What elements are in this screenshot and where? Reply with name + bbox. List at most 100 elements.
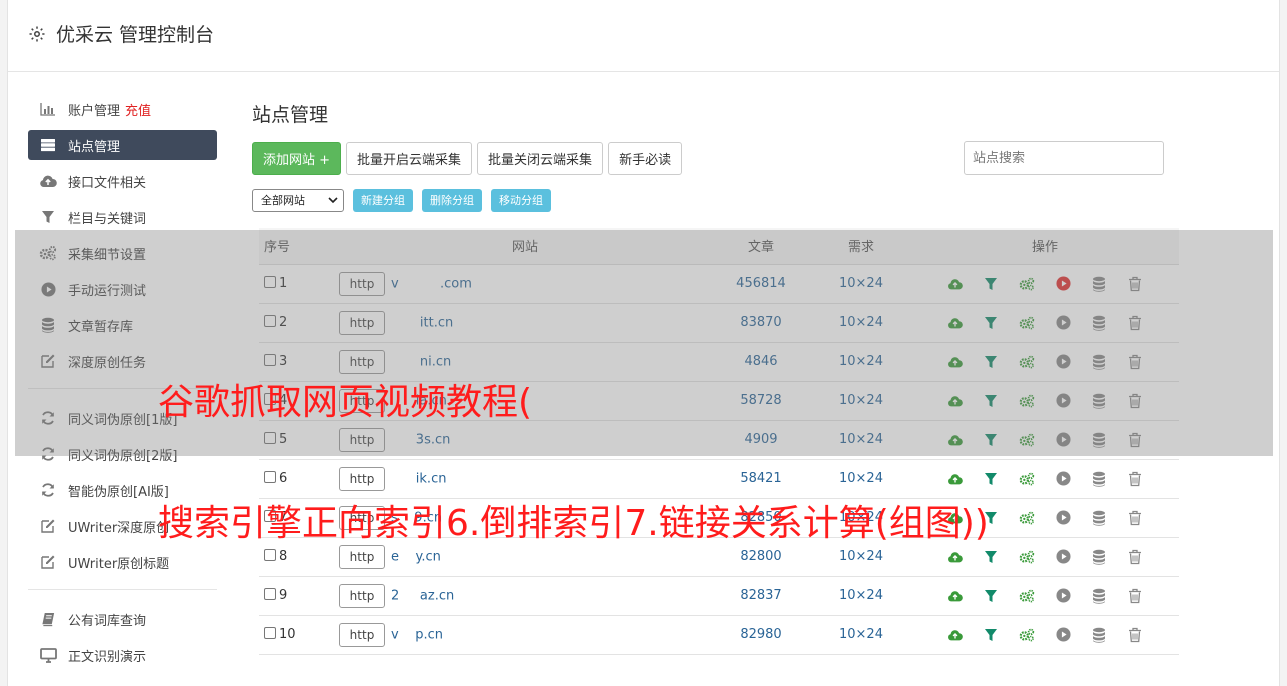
site-domain-link[interactable]: 2 az.cn	[391, 588, 454, 603]
row-checkbox[interactable]	[264, 588, 276, 600]
row-checkbox[interactable]	[264, 471, 276, 483]
cell-demand[interactable]: 10×24	[811, 576, 911, 616]
sidebar-item-group1-1[interactable]: 账户管理 充值	[28, 94, 217, 124]
cell-articles[interactable]: 82837	[711, 576, 811, 616]
batch-open-cloud-button[interactable]: 批量开启云端采集	[346, 141, 473, 175]
database-icon[interactable]	[1091, 549, 1107, 565]
filter-icon[interactable]	[983, 471, 999, 487]
brand[interactable]: 优采云 管理控制台	[28, 20, 214, 47]
cell-site: http ik.cn	[331, 459, 711, 499]
database-icon[interactable]	[1091, 510, 1107, 526]
cloud-upload-icon	[39, 173, 57, 189]
cell-site: http 2 az.cn	[331, 576, 711, 616]
trash-icon[interactable]	[1127, 588, 1143, 604]
protocol-badge[interactable]: http	[339, 622, 385, 647]
sidebar-item-label: 正文识别演示	[68, 649, 147, 665]
chevron-down-icon	[328, 197, 338, 204]
delete-group-button[interactable]: 删除分组	[422, 188, 482, 212]
sidebar-item-label: UWriter原创标题	[68, 556, 170, 572]
cloud-upload-icon[interactable]	[947, 588, 963, 604]
table-row: 10 http v p.cn 82980 10×24	[259, 615, 1179, 655]
gears-icon[interactable]	[1019, 549, 1035, 565]
watermark-line-2: 搜索引擎正向索引6.倒排索引7.链接关系计算(组图))	[158, 503, 989, 544]
sidebar-item-label: 账户管理	[68, 103, 121, 119]
cloud-upload-icon[interactable]	[947, 549, 963, 565]
filter-icon[interactable]	[983, 588, 999, 604]
move-group-button[interactable]: 移动分组	[491, 188, 551, 212]
sidebar-item-group1-4[interactable]: 栏目与关键词	[28, 202, 217, 232]
add-site-button[interactable]: 添加网站 +	[252, 141, 342, 175]
group-select-value: 全部网站	[261, 194, 305, 207]
sidebar-item-label: 接口文件相关	[68, 175, 147, 191]
play-icon[interactable]	[1055, 510, 1071, 526]
filter-icon[interactable]	[983, 627, 999, 643]
play-icon[interactable]	[1055, 471, 1071, 487]
cell-articles[interactable]: 58421	[711, 459, 811, 499]
sidebar-item-group1-3[interactable]: 接口文件相关	[28, 166, 217, 196]
sidebar-item-group3-2[interactable]: 正文识别演示	[28, 640, 217, 670]
gears-icon[interactable]	[1019, 471, 1035, 487]
gears-icon[interactable]	[1019, 588, 1035, 604]
cell-articles[interactable]: 82980	[711, 615, 811, 655]
recharge-link[interactable]: 充值	[125, 100, 151, 119]
trash-icon[interactable]	[1127, 549, 1143, 565]
database-icon[interactable]	[1091, 588, 1107, 604]
sidebar-item-group3-1[interactable]: 公有词库查询	[28, 604, 217, 634]
site-domain-link[interactable]: e y.cn	[391, 549, 441, 564]
cell-ops	[911, 576, 1179, 616]
gears-icon[interactable]	[1019, 510, 1035, 526]
bar-chart-icon	[39, 101, 57, 117]
sidebar-divider	[28, 589, 217, 590]
edit-icon	[39, 554, 57, 570]
batch-close-cloud-button[interactable]: 批量关闭云端采集	[477, 141, 604, 175]
sidebar-item-label: 智能伪原创[AI版]	[68, 484, 169, 500]
database-icon[interactable]	[1091, 471, 1107, 487]
app-title: 优采云 管理控制台	[56, 24, 215, 46]
sidebar-item-group1-2[interactable]: 站点管理	[28, 130, 217, 160]
cell-index: 10	[259, 615, 331, 655]
table-row: 9 http 2 az.cn 82837 10×24	[259, 576, 1179, 616]
sidebar-item-label: 栏目与关键词	[68, 211, 147, 227]
top-bar: 优采云 管理控制台	[8, 0, 1279, 72]
trash-icon[interactable]	[1127, 627, 1143, 643]
gears-icon[interactable]	[1019, 627, 1035, 643]
cell-ops	[911, 615, 1179, 655]
gear-icon	[29, 26, 45, 41]
guide-button[interactable]: 新手必读	[608, 141, 683, 175]
site-domain-link[interactable]: v p.cn	[391, 627, 443, 642]
cell-demand[interactable]: 10×24	[811, 459, 911, 499]
trash-icon[interactable]	[1127, 510, 1143, 526]
monitor-icon	[39, 647, 57, 663]
refresh-icon	[39, 482, 57, 498]
page-title: 站点管理	[252, 104, 329, 126]
site-search-input[interactable]	[964, 141, 1164, 175]
cloud-upload-icon[interactable]	[947, 471, 963, 487]
cell-site: http v p.cn	[331, 615, 711, 655]
protocol-badge[interactable]: http	[339, 583, 385, 608]
new-group-button[interactable]: 新建分组	[353, 188, 413, 212]
protocol-badge[interactable]: http	[339, 544, 385, 569]
row-checkbox[interactable]	[264, 549, 276, 561]
play-icon[interactable]	[1055, 588, 1071, 604]
sidebar-item-group2-5[interactable]: UWriter原创标题	[28, 547, 217, 577]
protocol-badge[interactable]: http	[339, 466, 385, 491]
play-icon[interactable]	[1055, 549, 1071, 565]
row-checkbox[interactable]	[264, 627, 276, 639]
play-icon[interactable]	[1055, 627, 1071, 643]
cell-demand[interactable]: 10×24	[811, 615, 911, 655]
trash-icon[interactable]	[1127, 471, 1143, 487]
sidebar-item-label: 公有词库查询	[68, 613, 147, 629]
cell-ops	[911, 459, 1179, 499]
table-row: 6 http ik.cn 58421 10×24	[259, 459, 1179, 499]
database-icon[interactable]	[1091, 627, 1107, 643]
row-index: 9	[279, 588, 288, 603]
group-select[interactable]: 全部网站	[252, 188, 344, 212]
watermark-line-1: 谷歌抓取网页视频教程(	[158, 382, 533, 423]
cell-index: 9	[259, 576, 331, 616]
filter-icon[interactable]	[983, 549, 999, 565]
cloud-upload-icon[interactable]	[947, 627, 963, 643]
group-toolbar: 全部网站 新建分组 删除分组 移动分组	[252, 188, 1172, 212]
site-domain-link[interactable]: ik.cn	[391, 471, 447, 486]
toolbar: 添加网站 + 批量开启云端采集 批量关闭云端采集 新手必读	[252, 141, 1172, 175]
filter-icon	[39, 209, 57, 225]
